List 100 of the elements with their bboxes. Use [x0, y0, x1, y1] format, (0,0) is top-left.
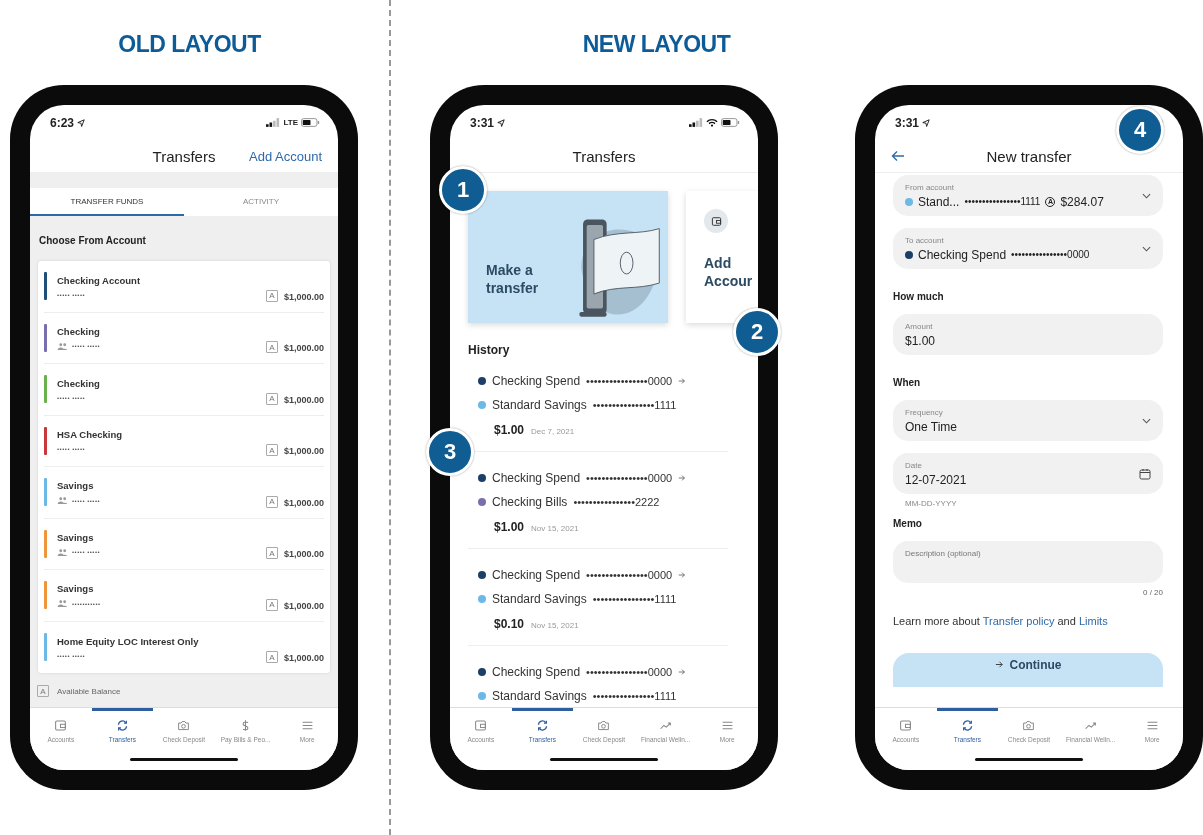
account-balance: $1,000.00 — [283, 343, 324, 353]
account-name: Savings — [57, 583, 95, 595]
available-balance-badge: A — [37, 685, 49, 697]
card-title: Add Accour — [704, 255, 754, 290]
sync-icon — [960, 718, 974, 732]
wallet-icon — [899, 718, 913, 732]
available-balance-badge: A — [265, 598, 278, 611]
transfer-date: Nov 15, 2021 — [531, 621, 579, 630]
transfer-amount: $1.00 — [494, 520, 525, 534]
card-title: Make a transfer — [486, 262, 540, 297]
chevron-down-icon — [1142, 192, 1151, 199]
account-number: ••••••••••••••••1111 — [592, 593, 677, 605]
transfer-amount: $0.10 — [494, 617, 525, 631]
account-name: Checking Account — [57, 274, 142, 286]
account-name: Checking — [57, 377, 101, 389]
section-heading: NEW LAYOUT — [581, 31, 732, 59]
status-time: 6:23 — [50, 115, 75, 130]
limits-link[interactable]: Limits — [1078, 615, 1108, 627]
available-balance-badge: A — [265, 289, 278, 302]
camera-icon — [1022, 718, 1036, 732]
section-title: When — [893, 377, 922, 388]
wallet-icon — [704, 209, 728, 233]
account-number: ••••••••••••••••1111 — [592, 690, 677, 702]
account-name: Checking Spend — [492, 374, 581, 388]
account-name: Standard Savings — [492, 592, 587, 606]
account-name: Checking Bills — [492, 495, 568, 509]
arrow-right-icon — [678, 668, 687, 676]
legend-label: Available Balance — [57, 686, 121, 696]
character-counter: 0 / 20 — [1142, 588, 1163, 597]
account-name: Savings — [57, 531, 95, 543]
arrow-right-icon — [678, 377, 687, 385]
account-name: Checking Spend — [492, 665, 581, 679]
account-name: Savings — [57, 480, 95, 492]
chevron-down-icon — [1142, 417, 1151, 424]
account-number: ••••••••••••••••1111 — [592, 399, 677, 411]
account-balance: $1,000.00 — [283, 600, 324, 611]
chevron-down-icon — [1142, 245, 1151, 252]
status-time: 3:31 — [470, 115, 495, 130]
screen-title: Transfers — [152, 147, 216, 165]
screen-title: Transfers — [572, 147, 636, 165]
calendar-icon — [1139, 467, 1151, 480]
location-arrow-icon — [497, 118, 506, 127]
arrow-right-icon — [994, 660, 1004, 669]
wallet-icon — [54, 718, 68, 732]
transfer-amount: $1.00 — [494, 423, 525, 437]
account-number: ••••••••••••••••2222 — [573, 496, 660, 508]
screen-title: New transfer — [986, 147, 1072, 165]
signal-icon — [266, 118, 281, 127]
section-title: Choose From Account — [38, 234, 147, 248]
sync-icon — [115, 718, 129, 732]
account-balance: $1,000.00 — [283, 497, 324, 508]
date-format-hint: MM-DD-YYYY — [905, 499, 958, 508]
make-transfer-card[interactable]: Make a transfer — [468, 191, 668, 323]
add-account-card[interactable]: Add Accour — [686, 191, 758, 323]
transfer-policy-link[interactable]: Transfer policy — [982, 615, 1055, 627]
transfer-date: Dec 7, 2021 — [531, 427, 575, 436]
account-name: Checking — [57, 325, 101, 337]
account-number: ••••••••••••••••0000 — [586, 472, 673, 484]
frequency-select[interactable]: Frequency One Time — [893, 400, 1163, 441]
add-account-link[interactable]: Add Account — [249, 148, 322, 164]
to-account-select[interactable]: To account Checking Spend ••••••••••••••••0000 — [893, 228, 1163, 269]
available-balance-badge: A — [265, 444, 278, 456]
wallet-icon — [474, 718, 488, 732]
transfer-date: Nov 15, 2021 — [531, 524, 579, 533]
status-time: 3:31 — [895, 115, 920, 130]
sync-icon — [535, 718, 549, 732]
signal-icon — [689, 118, 703, 127]
section-heading: OLD LAYOUT — [117, 31, 262, 59]
section-title: How much — [893, 291, 945, 302]
section-title: History — [468, 343, 511, 357]
history-item[interactable]: Checking Spend ••••••••••••••••0000 Standard Savings ••••••••••••••••1111 $0.10 Nov 15, 2021 — [468, 563, 728, 646]
arrow-right-icon — [678, 474, 687, 482]
account-name: Checking Spend — [492, 568, 581, 582]
section-title: Memo — [893, 518, 923, 529]
account-number: ••••••••••••••••0000 — [586, 569, 673, 581]
back-arrow-icon[interactable] — [891, 150, 905, 162]
location-arrow-icon — [922, 118, 931, 127]
network-label: LTE — [283, 118, 298, 127]
continue-button[interactable]: Continue — [893, 653, 1163, 687]
account-name: Standard Savings — [492, 689, 587, 703]
available-balance-badge: A — [265, 341, 278, 353]
camera-icon — [177, 718, 191, 732]
account-number: ••••••••••••••••0000 — [586, 666, 673, 678]
account-balance: $1,000.00 — [283, 446, 324, 456]
camera-icon — [597, 718, 611, 732]
available-balance-badge: A — [265, 392, 278, 405]
wifi-icon — [706, 118, 718, 127]
date-field[interactable]: Date 12-07-2021 — [893, 453, 1163, 494]
account-balance: $1,000.00 — [283, 394, 324, 405]
account-name: Standard Savings — [492, 398, 587, 412]
account-name: HSA Checking — [57, 429, 124, 441]
account-number: ••••••••••••••••0000 — [586, 375, 673, 387]
memo-field[interactable]: Description (optional) — [893, 541, 1163, 583]
account-balance: $1,000.00 — [283, 549, 324, 559]
account-balance: $1,000.00 — [283, 653, 324, 663]
history-item[interactable]: Checking Spend ••••••••••••••••0000 Checking Bills ••••••••••••••••2222 $1.00 Nov 15, 2021 — [468, 466, 728, 549]
location-arrow-icon — [77, 118, 86, 127]
arrow-right-icon — [678, 571, 687, 579]
amount-field[interactable]: Amount $1.00 — [893, 314, 1163, 355]
account-name: Checking Spend — [492, 471, 581, 485]
